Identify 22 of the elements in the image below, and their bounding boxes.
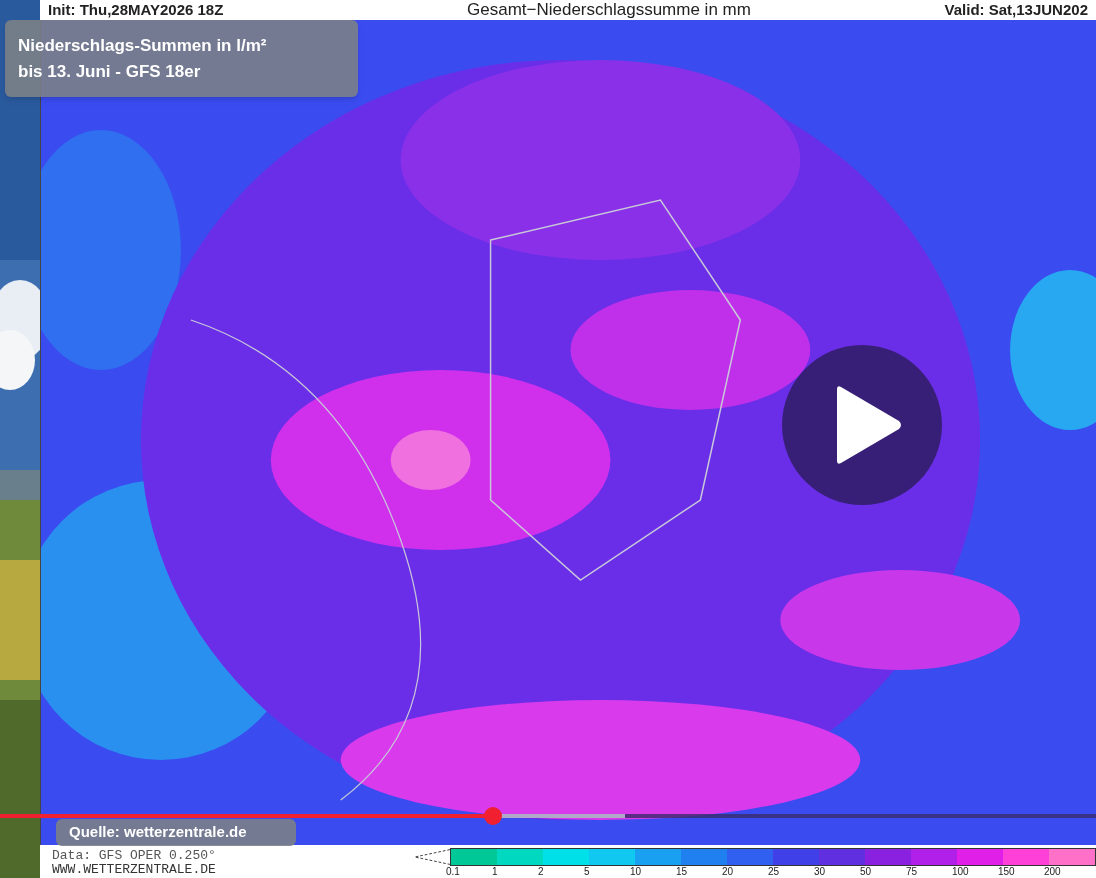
caption-text: bis 13. Juni - GFS 18er: [18, 60, 202, 83]
legend-label: 15: [676, 866, 688, 877]
valid-time: Valid: Sat,13JUN202: [944, 0, 1088, 20]
data-source-text: Data: GFS OPER 0.250°: [52, 849, 217, 863]
legend-label: 200: [1044, 866, 1061, 877]
legend-label: 5: [584, 866, 590, 877]
legend-label: 150: [998, 866, 1015, 877]
legend-label: 30: [814, 866, 826, 877]
map-title: Gesamt−Niederschlagssumme in mm: [467, 0, 751, 22]
legend-label: 2: [538, 866, 544, 877]
init-time: Init: Thu,28MAY2026 18Z: [48, 0, 224, 20]
legend-label: 1: [492, 866, 498, 877]
website-text: WWW.WETTERZENTRALE.DE: [52, 863, 217, 877]
source-label: Quelle: wetterzentrale.de: [56, 819, 296, 846]
legend-label: 50: [860, 866, 872, 877]
legend-label: 75: [906, 866, 918, 877]
legend-label: 10: [630, 866, 642, 877]
legend-label: 25: [768, 866, 780, 877]
legend-label: 0.1: [446, 866, 460, 877]
legend-label: 20: [722, 866, 734, 877]
caption-text: Niederschlags-Summen in l/m²: [18, 34, 268, 57]
legend-label: 100: [952, 866, 969, 877]
